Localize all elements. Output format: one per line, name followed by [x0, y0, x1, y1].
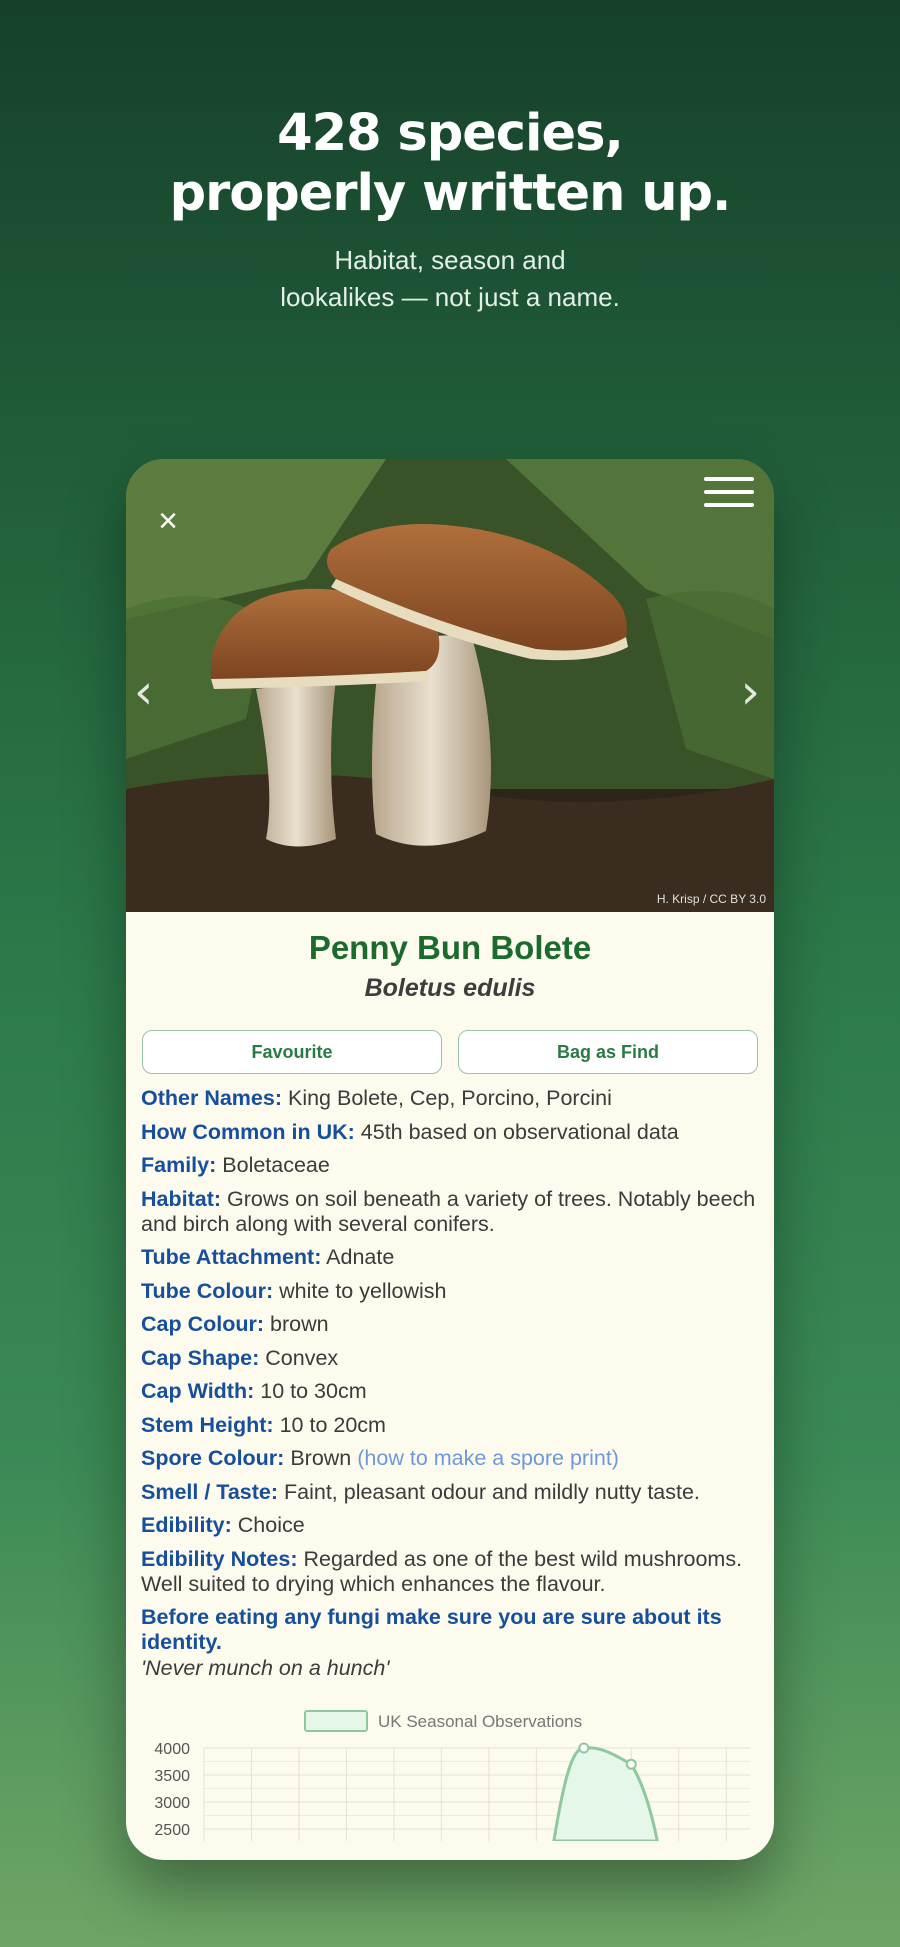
chevron-left-icon[interactable]: ‹: [134, 664, 153, 720]
fact-cap-width: Cap Width: 10 to 30cm: [141, 1379, 759, 1404]
menu-bar: [704, 503, 754, 507]
fact-label: How Common in UK:: [141, 1119, 355, 1144]
y-tick-label: 3000: [154, 1795, 190, 1812]
fact-cap-colour: Cap Colour: brown: [141, 1312, 759, 1337]
y-tick-label: 3500: [154, 1768, 190, 1785]
hero-title: 428 species, properly written up.: [0, 104, 900, 224]
hero-subtitle-line-1: Habitat, season and: [334, 245, 566, 275]
fact-label: Cap Colour:: [141, 1312, 265, 1336]
fact-smell-taste: Smell / Taste: Faint, pleasant odour and…: [141, 1480, 759, 1505]
fact-value: Faint, pleasant odour and mildly nutty t…: [284, 1479, 700, 1504]
fact-label: Family:: [141, 1153, 217, 1177]
fact-label: Cap Width:: [141, 1379, 255, 1403]
fact-value: brown: [270, 1312, 329, 1336]
hero-subtitle-line-2: lookalikes — not just a name.: [280, 282, 620, 312]
hero-title-line-2: properly written up.: [169, 164, 732, 223]
data-point: [578, 1742, 590, 1754]
fact-value: King Bolete, Cep, Porcino, Porcini: [287, 1086, 612, 1110]
latin-name: Boletus edulis: [364, 974, 536, 1002]
action-buttons: Favourite Bag as Find: [126, 1030, 774, 1074]
menu-icon[interactable]: [704, 477, 754, 513]
data-point: [625, 1758, 637, 1770]
fact-label: Cap Shape:: [141, 1345, 260, 1370]
fact-label: Edibility:: [141, 1513, 232, 1537]
fact-how-common: How Common in UK: 45th based on observat…: [141, 1120, 759, 1145]
common-name: Penny Bun Bolete: [308, 929, 592, 966]
spore-print-link[interactable]: (how to make a spore print): [357, 1446, 619, 1470]
fact-value: Grows on soil beneath a variety of trees…: [141, 1186, 756, 1236]
bag-as-find-button[interactable]: Bag as Find: [458, 1030, 758, 1074]
seasonal-chart-svg: UK Seasonal Observations 4000 3500 3000 2500: [154, 1710, 750, 1841]
photo-credit: H. Krisp / CC BY 3.0: [656, 892, 766, 906]
species-card: × ‹ › H. Krisp / CC BY 3.0 Penny Bun Bol…: [126, 459, 774, 1860]
fact-label: Smell / Taste:: [141, 1479, 279, 1504]
safety-motto: 'Never munch on a hunch': [141, 1656, 390, 1680]
fact-value: 10 to 30cm: [260, 1379, 367, 1403]
chevron-right-icon[interactable]: ›: [741, 664, 760, 720]
y-tick-label: 2500: [154, 1822, 190, 1839]
fact-label: Stem Height:: [141, 1412, 274, 1437]
fact-label: Habitat:: [141, 1186, 222, 1211]
species-photo: × ‹ › H. Krisp / CC BY 3.0: [126, 459, 774, 912]
fact-cap-shape: Cap Shape: Convex: [141, 1346, 759, 1371]
fact-edibility-notes: Edibility Notes: Regarded as one of the …: [141, 1547, 759, 1597]
fact-label: Tube Attachment:: [141, 1245, 322, 1269]
fact-value: Brown: [290, 1446, 352, 1470]
chart-legend-label: UK Seasonal Observations: [378, 1712, 582, 1731]
fact-label: Other Names:: [141, 1086, 282, 1110]
fact-label: Edibility Notes:: [141, 1546, 298, 1571]
fact-spore-colour: Spore Colour: Brown (how to make a spore…: [141, 1446, 759, 1471]
fact-label: Tube Colour:: [141, 1278, 274, 1303]
close-icon[interactable]: ×: [150, 503, 186, 539]
species-names: Penny Bun Bolete Boletus edulis: [126, 928, 774, 1006]
favourite-button[interactable]: Favourite: [142, 1030, 442, 1074]
fact-label: Spore Colour:: [141, 1446, 285, 1470]
hero: 428 species, properly written up. Habita…: [0, 104, 900, 316]
fact-value: white to yellowish: [279, 1278, 447, 1303]
fact-value: Adnate: [326, 1245, 395, 1269]
fact-value: 10 to 20cm: [279, 1412, 386, 1437]
fact-value: 45th based on observational data: [360, 1119, 679, 1144]
hero-title-line-1: 428 species,: [277, 104, 624, 163]
y-tick-label: 4000: [154, 1741, 190, 1758]
chart-legend-swatch: [304, 1710, 368, 1732]
menu-bar: [704, 490, 754, 494]
menu-bar: [704, 477, 754, 481]
safety-warning: Before eating any fungi make sure you ar…: [141, 1605, 722, 1654]
fact-stem-height: Stem Height: 10 to 20cm: [141, 1413, 759, 1438]
fact-tube-attachment: Tube Attachment: Adnate: [141, 1245, 759, 1270]
fact-tube-colour: Tube Colour: white to yellowish: [141, 1279, 759, 1304]
fact-value: Choice: [237, 1513, 305, 1537]
fact-value: Boletaceae: [222, 1153, 330, 1177]
fact-family: Family: Boletaceae: [141, 1153, 759, 1178]
fact-value: Convex: [265, 1345, 339, 1370]
seasonal-chart: UK Seasonal Observations 4000 3500 3000 2500: [126, 1701, 774, 1841]
mushroom-photo: [126, 459, 774, 912]
species-facts: Other Names: King Bolete, Cep, Porcino, …: [126, 1074, 774, 1681]
fact-other-names: Other Names: King Bolete, Cep, Porcino, …: [141, 1086, 759, 1111]
hero-subtitle: Habitat, season and lookalikes — not jus…: [0, 242, 900, 316]
fact-edibility: Edibility: Choice: [141, 1513, 759, 1538]
fact-habitat: Habitat: Grows on soil beneath a variety…: [141, 1187, 759, 1237]
